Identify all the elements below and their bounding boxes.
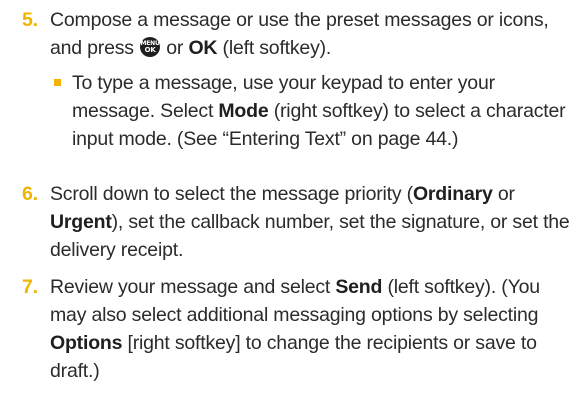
step-5-text-d: (left softkey). — [222, 37, 332, 59]
step-number: 6. — [22, 183, 38, 205]
step-5-text-c: or — [166, 37, 184, 59]
step-7-text: Review your message and select Send (lef… — [50, 273, 578, 385]
step-6-text-b: or — [497, 183, 515, 205]
menu-icon-bottom-label: OK — [144, 46, 156, 54]
send-label: Send — [335, 276, 383, 298]
ok-key-label: OK — [188, 37, 218, 59]
step-5: 5. Compose a message or use the preset m… — [22, 6, 578, 62]
step-7: 7. Review your message and select Send (… — [22, 273, 578, 385]
urgent-label: Urgent — [50, 211, 112, 233]
bullet-square-icon — [54, 79, 61, 86]
step-5-text-a: Compose a message or use the preset mess… — [50, 9, 549, 31]
step-6-text-c: ), set the callback number, set the sign… — [50, 211, 570, 261]
step-5-text-b: and press — [50, 37, 134, 59]
step-number: 7. — [22, 276, 38, 298]
menu-ok-key-icon: MENU OK — [140, 37, 161, 57]
mode-label: Mode — [218, 100, 269, 122]
step-6: 6. Scroll down to select the message pri… — [22, 180, 578, 264]
step-7-text-c: [right softkey] to change the recipients… — [50, 332, 537, 382]
step-number: 5. — [22, 9, 38, 31]
ordinary-label: Ordinary — [412, 183, 493, 205]
step-7-text-a: Review your message and select — [50, 276, 331, 298]
step-5-bullet: To type a message, use your keypad to en… — [54, 69, 578, 153]
options-label: Options — [50, 332, 123, 354]
step-5-text: Compose a message or use the preset mess… — [50, 6, 578, 62]
step-6-text: Scroll down to select the message priori… — [50, 180, 578, 264]
step-6-text-a: Scroll down to select the message priori… — [50, 183, 413, 205]
